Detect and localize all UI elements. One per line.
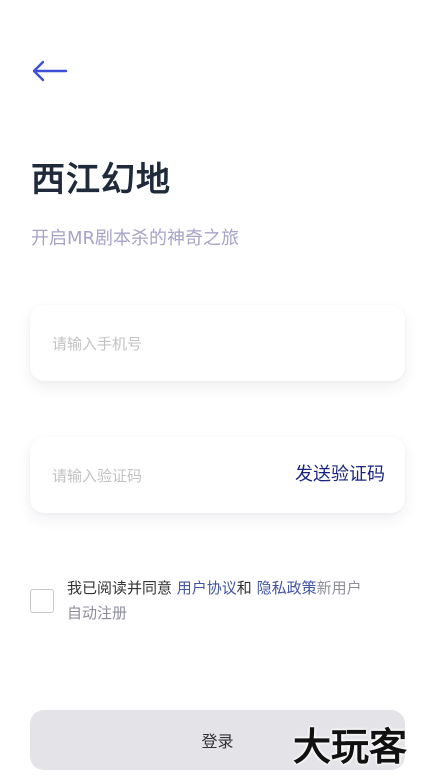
phone-field-card xyxy=(30,305,405,383)
privacy-policy-link[interactable]: 隐私政策 xyxy=(257,579,317,597)
app-title: 西江幻地 xyxy=(31,160,171,200)
send-code-button[interactable]: 发送验证码 xyxy=(295,437,385,513)
agreement-prefix: 我已阅读并同意 xyxy=(67,579,177,597)
agreement-suffix: 自动注册 xyxy=(67,604,128,622)
watermark: 大玩客 xyxy=(293,725,408,769)
verification-code-input[interactable] xyxy=(50,437,264,515)
arrow-left-icon xyxy=(32,60,68,82)
agreement-and: 和 xyxy=(236,579,257,597)
agreement-text: 我已阅读并同意 用户协议和 隐私政策新用户自动注册 xyxy=(67,576,407,626)
back-button[interactable] xyxy=(30,58,68,84)
agreement-suffix-muted: 新用户 xyxy=(316,579,362,597)
code-field-card: 发送验证码 xyxy=(30,437,405,515)
user-agreement-link[interactable]: 用户协议 xyxy=(177,579,237,597)
phone-input[interactable] xyxy=(50,305,384,383)
agreement-checkbox[interactable] xyxy=(30,589,54,613)
app-subtitle: 开启MR剧本杀的神奇之旅 xyxy=(31,228,240,249)
